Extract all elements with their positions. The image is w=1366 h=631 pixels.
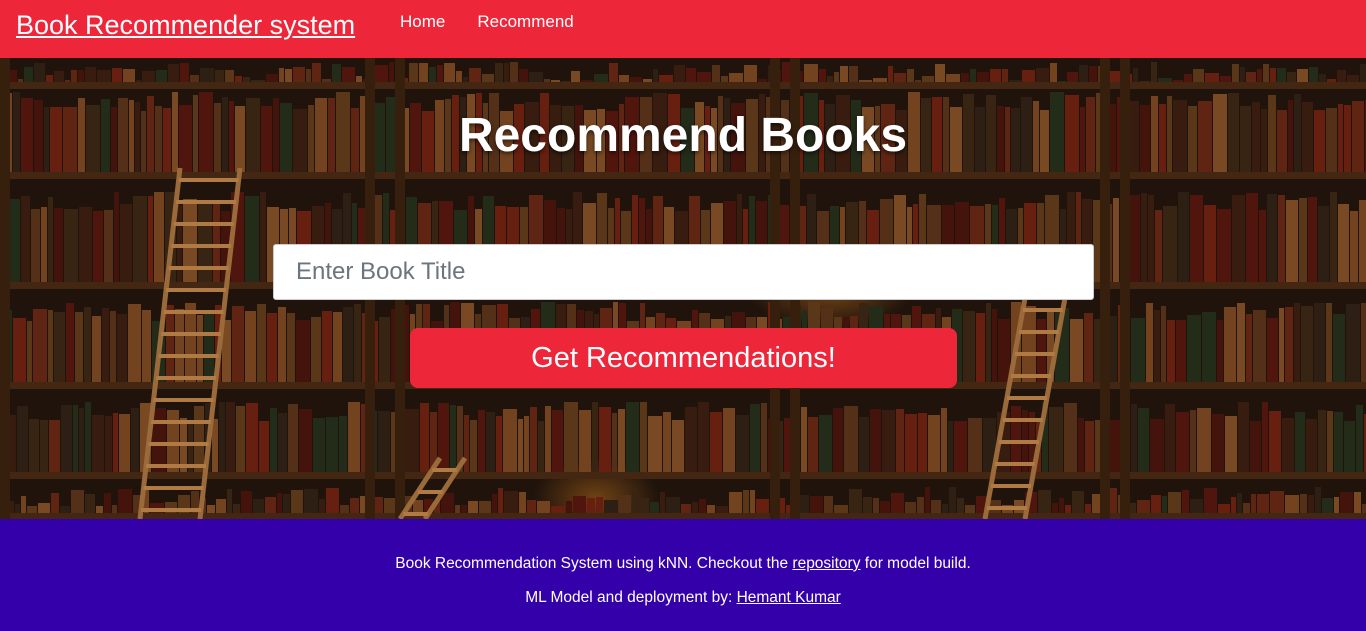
footer-credit: ML Model and deployment by: Hemant Kumar bbox=[0, 589, 1366, 607]
author-link[interactable]: Hemant Kumar bbox=[737, 589, 841, 606]
footer-text: Book Recommendation System using kNN. Ch… bbox=[395, 555, 793, 572]
footer-description: Book Recommendation System using kNN. Ch… bbox=[0, 555, 1366, 573]
nav-link-recommend[interactable]: Recommend bbox=[477, 12, 573, 32]
footer-text: for model build. bbox=[860, 555, 971, 572]
book-title-input[interactable] bbox=[273, 244, 1094, 300]
footer: Book Recommendation System using kNN. Ch… bbox=[0, 519, 1366, 631]
hero-section: Recommend Books Get Recommendations! bbox=[0, 58, 1366, 519]
navbar: Book Recommender system Home Recommend bbox=[0, 0, 1366, 58]
nav-link-home[interactable]: Home bbox=[400, 12, 445, 32]
nav-links: Home Recommend bbox=[400, 12, 574, 32]
repository-link[interactable]: repository bbox=[792, 555, 860, 572]
footer-text: ML Model and deployment by: bbox=[525, 589, 737, 606]
page-title: Recommend Books bbox=[458, 109, 908, 162]
get-recommendations-button[interactable]: Get Recommendations! bbox=[410, 328, 957, 388]
brand-link[interactable]: Book Recommender system bbox=[16, 10, 355, 41]
